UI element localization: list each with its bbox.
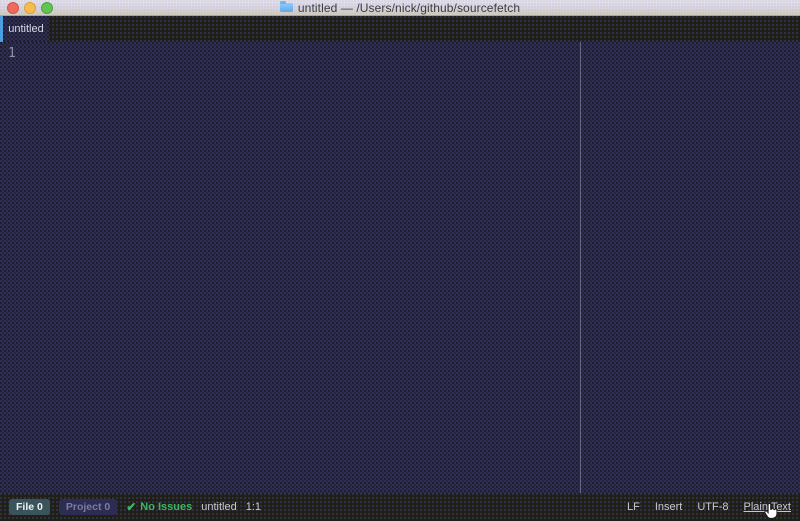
line-number-gutter: 1 [0, 42, 16, 62]
folder-icon [280, 3, 293, 12]
zoom-button[interactable] [41, 2, 53, 14]
window-title: untitled — /Users/nick/github/sourcefetc… [298, 1, 520, 15]
encoding-selector[interactable]: UTF-8 [697, 501, 728, 513]
tab-label: untitled [8, 23, 43, 35]
tab-untitled[interactable]: untitled [3, 16, 49, 42]
grammar-selector[interactable]: Plain Text [744, 501, 792, 513]
status-file-name: untitled [201, 501, 236, 513]
linter-project-badge[interactable]: Project 0 [59, 499, 117, 515]
check-icon: ✔ [126, 501, 136, 513]
status-bar-right: LF Insert UTF-8 Plain Text [627, 501, 791, 513]
line-ending-selector[interactable]: LF [627, 501, 640, 513]
wrap-guide-line [580, 42, 581, 493]
editor-pane[interactable]: 1 [0, 42, 800, 493]
minimize-button[interactable] [24, 2, 36, 14]
titlebar: untitled — /Users/nick/github/sourcefetc… [0, 0, 800, 16]
status-bar: File 0 Project 0 ✔ No Issues untitled 1:… [0, 493, 800, 521]
cursor-position[interactable]: 1:1 [246, 501, 261, 513]
input-mode-indicator[interactable]: Insert [655, 501, 683, 513]
close-button[interactable] [7, 2, 19, 14]
status-bar-left: File 0 Project 0 ✔ No Issues untitled 1:… [9, 499, 261, 515]
linter-file-badge[interactable]: File 0 [9, 499, 50, 515]
window-title-group: untitled — /Users/nick/github/sourcefetc… [280, 1, 520, 15]
tab-bar: untitled [0, 16, 800, 42]
line-number: 1 [8, 45, 16, 62]
linter-status[interactable]: ✔ No Issues [126, 501, 192, 513]
linter-status-label: No Issues [140, 501, 192, 513]
app-window: untitled — /Users/nick/github/sourcefetc… [0, 0, 800, 521]
traffic-lights [7, 2, 53, 14]
